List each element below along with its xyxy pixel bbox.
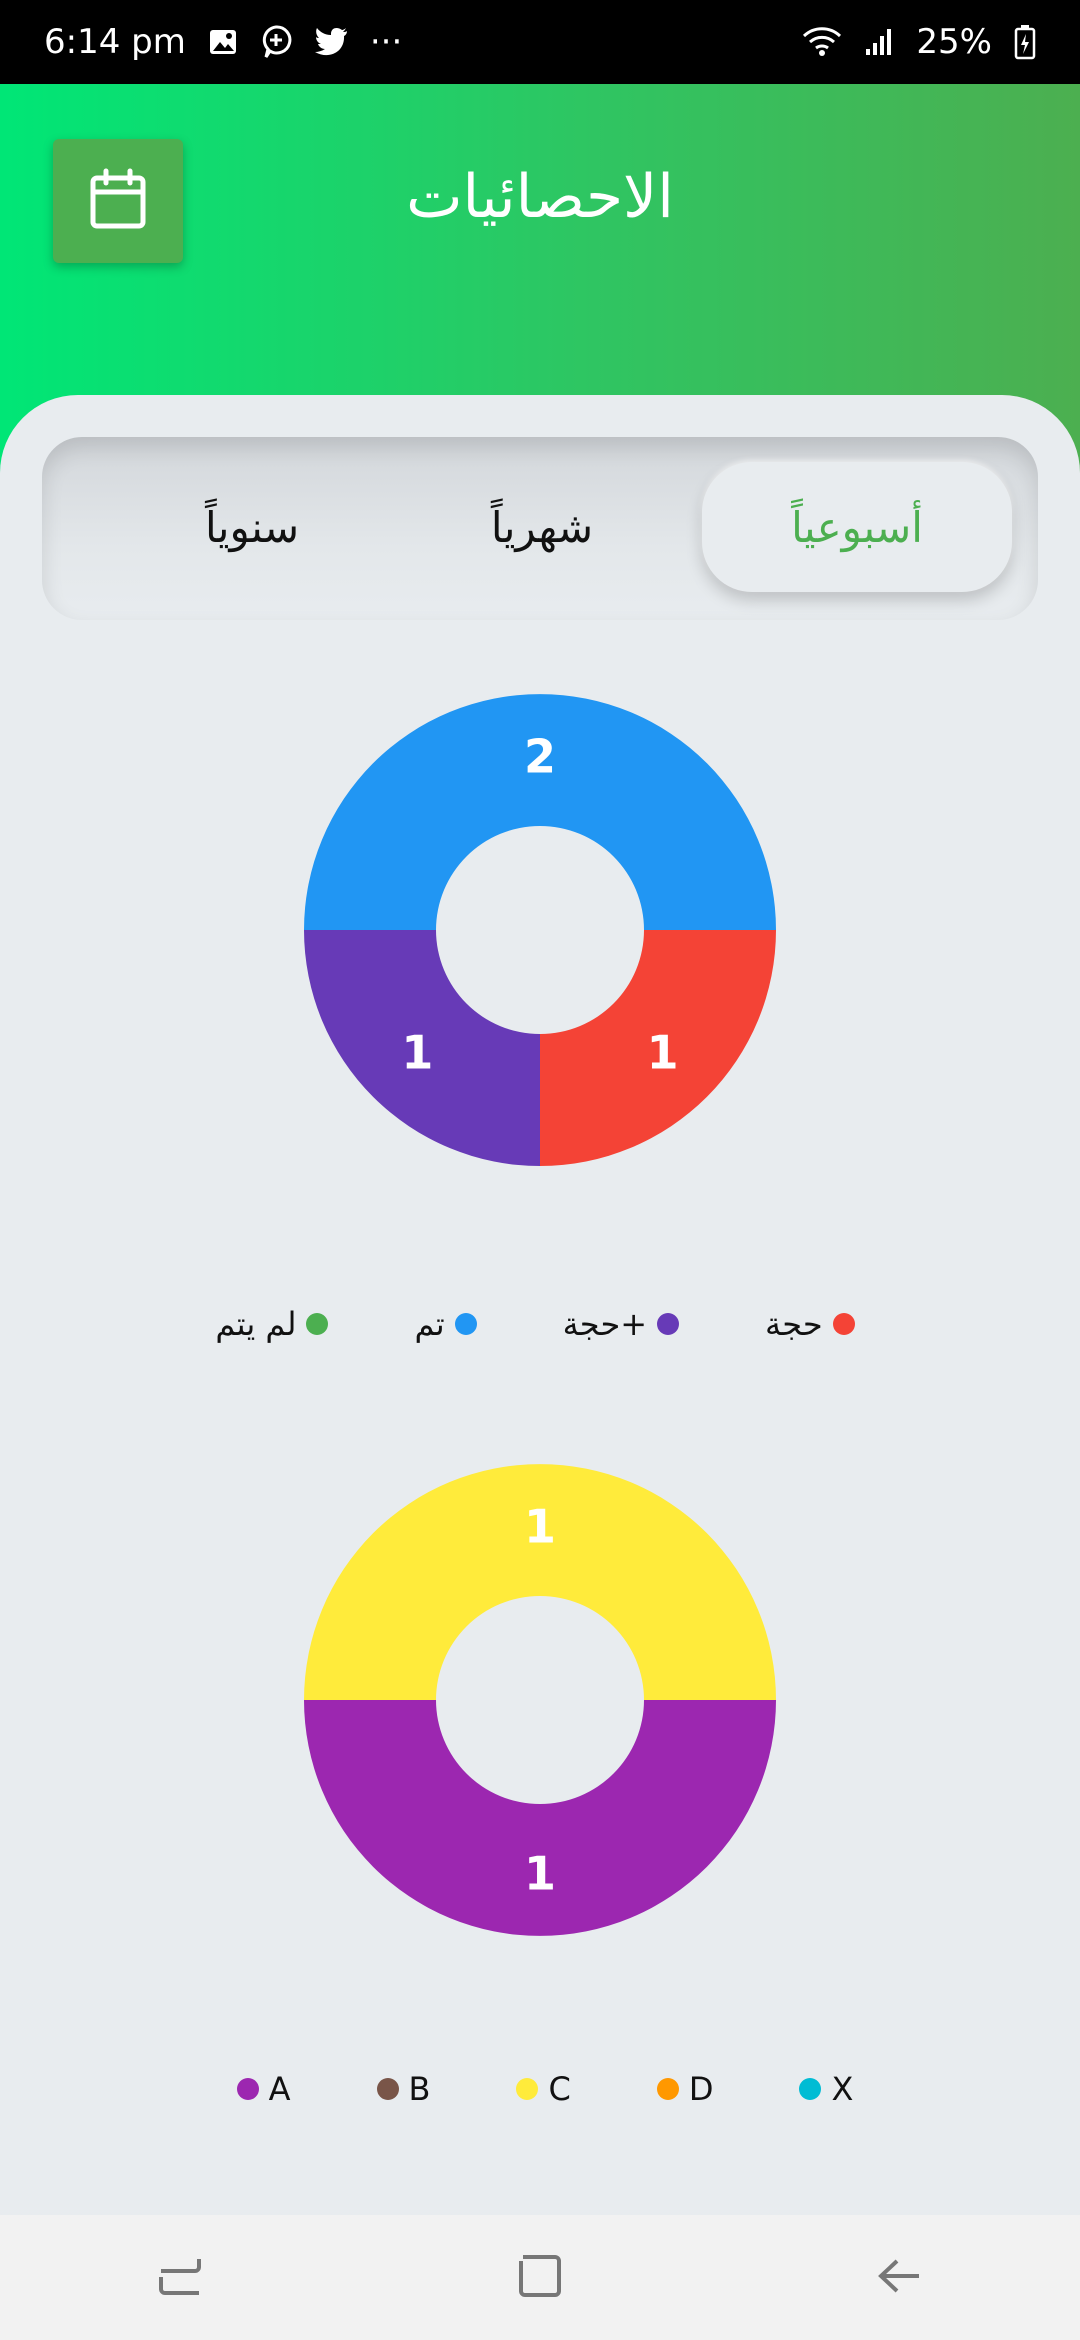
legend-label: C [548,2070,571,2108]
legend-color-dot [657,1313,680,1335]
home-button[interactable] [480,2228,600,2328]
recent-apps-icon [155,2251,205,2305]
legend-label: لم يتم [215,1305,297,1343]
legend-color-dot [832,1313,855,1335]
slice-value-label: 1 [524,1500,556,1554]
status-donut-chart: 2 1 1 [304,694,776,1166]
tab-monthly[interactable]: شهرياً [387,462,697,592]
status-right: 25% [802,22,1036,62]
recent-apps-button[interactable] [120,2228,240,2328]
legend-color-dot [799,2078,822,2100]
legend-label: حجة [765,1305,823,1343]
legend-color-dot [656,2078,679,2100]
legend-color-dot [454,1313,477,1335]
slice-value-label: 1 [524,1846,556,1900]
legend-label: X [831,2070,854,2108]
legend-item: B [367,2070,431,2108]
battery-charging-icon [1014,24,1036,60]
legend-color-dot [236,2078,259,2100]
status-time: 6:14 pm [44,22,186,62]
legend-item: تم [414,1305,486,1343]
status-chart-legend: حجة +حجة تم لم يتم [0,1305,1080,1343]
donut-slice [304,1700,776,1936]
tab-weekly[interactable]: أسبوعياً [702,462,1012,592]
legend-item: لم يتم [215,1305,338,1343]
legend-item: حجة [765,1305,865,1343]
more-notifications-icon: ··· [369,22,403,62]
legend-label: D [688,2070,714,2108]
slice-value-label: 2 [524,730,556,784]
page-title: الاحصائيات [406,162,674,232]
legend-label: B [408,2070,431,2108]
status-bar: 6:14 pm ··· 25% [0,0,1080,84]
legend-label: A [268,2070,291,2108]
legend-color-dot [516,2078,539,2100]
legend-color-dot [376,2078,399,2100]
legend-item: X [789,2070,853,2108]
gallery-icon [208,27,238,57]
back-icon [875,2251,925,2305]
category-donut-chart: 11 [304,1464,776,1936]
wifi-icon [802,26,842,58]
location-plus-icon [260,25,292,59]
legend-item: +حجة [563,1305,689,1343]
category-chart-legend: ABCDX [0,2070,1080,2108]
slice-value-label: 1 [401,1026,433,1080]
content-panel: سنوياً شهرياً أسبوعياً 211 حجة +حجة تم لم ي… [0,395,1080,2215]
status-left: 6:14 pm ··· [44,22,402,62]
signal-icon [864,27,894,57]
battery-percent: 25% [916,22,992,62]
legend-color-dot [306,1313,329,1335]
legend-item: A [227,2070,291,2108]
period-tab-bar: سنوياً شهرياً أسبوعياً [42,437,1038,620]
slice-value-label: 1 [647,1026,679,1080]
legend-label: تم [414,1305,445,1343]
legend-label: +حجة [562,1305,648,1343]
back-button[interactable] [840,2228,960,2328]
home-icon [515,2251,565,2305]
twitter-icon [314,27,348,57]
navigation-bar [0,2215,1080,2340]
legend-item: D [647,2070,714,2108]
tab-yearly[interactable]: سنوياً [97,462,407,592]
legend-item: C [506,2070,571,2108]
